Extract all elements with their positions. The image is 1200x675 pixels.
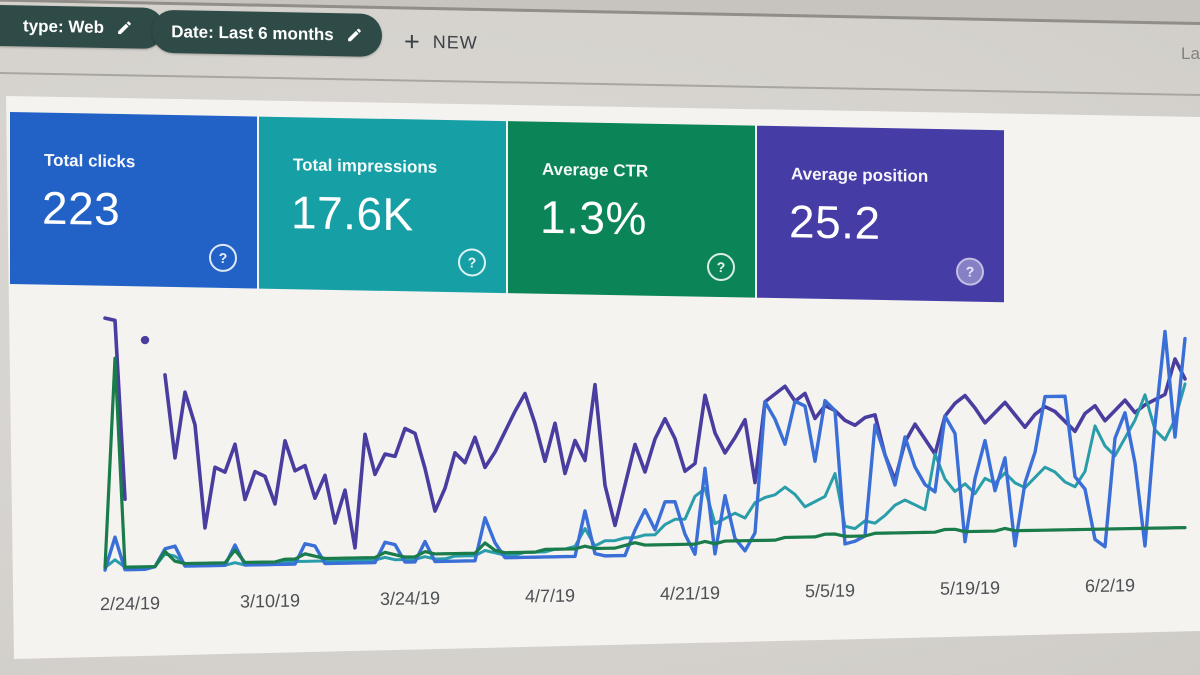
impressions-line[interactable] [163, 356, 1187, 551]
x-axis-tick-label: 2/24/19 [99, 593, 161, 615]
x-axis-tick-label: 4/7/19 [524, 585, 576, 607]
performance-chart[interactable]: 2/24/19 3/10/19 3/24/19 4/7/19 4/21/19 5/5/19… [0, 0, 1200, 675]
x-axis-tick-label: 3/24/19 [379, 587, 441, 610]
impressions-data-point[interactable] [140, 335, 150, 345]
x-axis-tick-label: 4/21/19 [659, 582, 721, 604]
x-axis-tick-label: 5/19/19 [939, 577, 1001, 599]
x-axis-tick-label: 6/2/19 [1084, 575, 1136, 597]
position-line[interactable] [103, 339, 1187, 570]
chart-lines-canvas[interactable] [0, 0, 1200, 675]
x-axis-tick-label: 3/10/19 [239, 590, 301, 612]
x-axis-tick-label: 5/5/19 [804, 580, 856, 602]
photographed-monitor-screen: type: Web Date: Last 6 months + NEW La T… [0, 0, 1200, 675]
ctr-line[interactable] [103, 382, 1187, 570]
